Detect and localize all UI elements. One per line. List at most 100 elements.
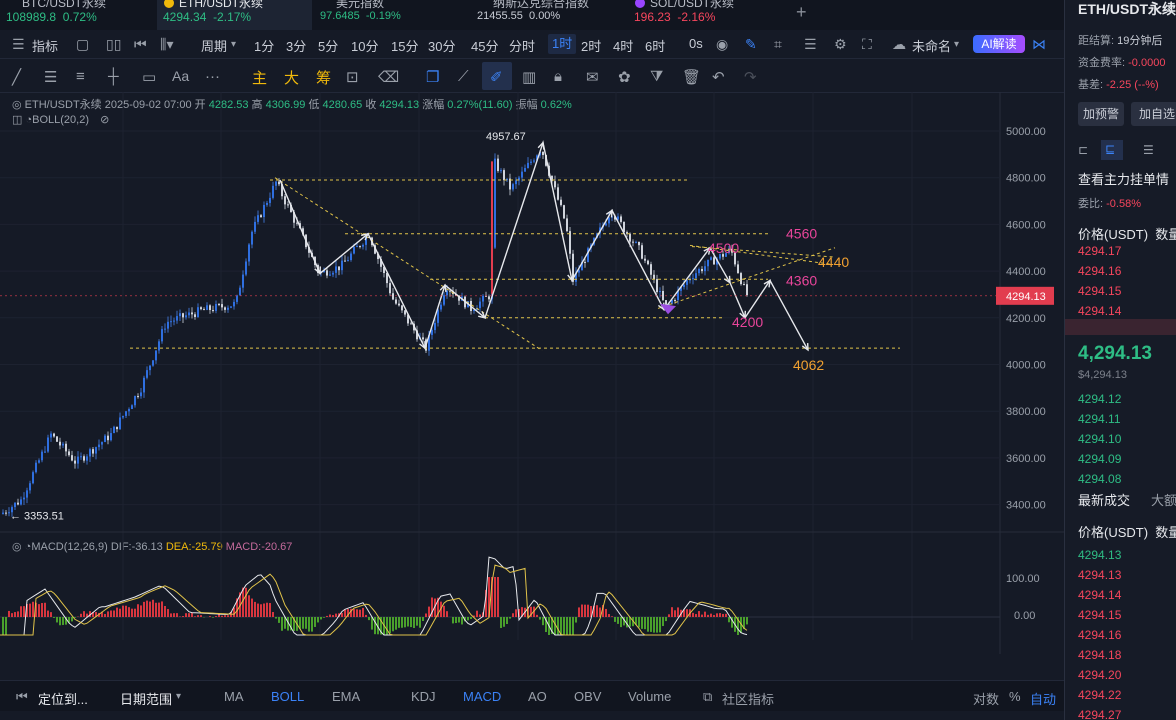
community-icon[interactable]: ⧉ — [703, 689, 712, 705]
big-order-button[interactable]: 大 — [284, 67, 299, 88]
brush-icon[interactable]: ✿ — [618, 68, 631, 86]
bars-pattern-icon[interactable]: ▥ — [522, 68, 536, 86]
interval-5[interactable]: 30分 — [428, 36, 455, 55]
share-icon[interactable]: ⋈ — [1032, 36, 1046, 53]
indicator-ao[interactable]: AO — [528, 689, 547, 704]
rectangle-icon[interactable]: ▭ — [142, 68, 156, 86]
pen-icon[interactable]: ✎ — [745, 36, 757, 53]
replay-icon[interactable]: ⏮ — [134, 36, 147, 53]
interval-9[interactable]: 2时 — [581, 36, 601, 55]
depth-title[interactable]: 查看主力挂单情 — [1078, 169, 1169, 188]
tab-large-trades[interactable]: 大额 — [1151, 490, 1176, 509]
ask-price[interactable]: 4294.14 — [1078, 304, 1121, 318]
ai-analysis-button[interactable]: AI解读 — [973, 35, 1025, 53]
candle-body — [350, 253, 352, 261]
community-indicators[interactable]: 社区指标 — [722, 689, 774, 708]
macd-bar — [404, 617, 406, 628]
bid-price[interactable]: 4294.12 — [1078, 392, 1121, 406]
interval-4[interactable]: 15分 — [391, 36, 418, 55]
indicator-icon[interactable]: ☰ — [12, 36, 25, 53]
period-dropdown[interactable]: 周期 — [201, 36, 227, 55]
candle-body — [647, 260, 649, 265]
text-tool-icon[interactable]: Aa — [172, 68, 189, 84]
note-icon[interactable]: ✉ — [586, 68, 599, 86]
interval-1[interactable]: 3分 — [286, 36, 306, 55]
bid-price[interactable]: 4294.10 — [1078, 432, 1121, 446]
chart-area[interactable]: ◎ ETH/USDT永续 2025-09-02 07:00 开 4282.53 … — [0, 92, 1064, 654]
eraser-icon[interactable]: ⌫ — [378, 68, 399, 86]
indicator-ema[interactable]: EMA — [332, 689, 360, 704]
auto-scale-toggle[interactable]: 自动 — [1030, 689, 1056, 708]
locate-icon[interactable]: ⏮ — [16, 689, 28, 705]
ask-price[interactable]: 4294.16 — [1078, 264, 1121, 278]
indicator-ma[interactable]: MA — [224, 689, 244, 704]
candle-type-icon[interactable]: ⫼▾ — [160, 36, 173, 53]
interval-10[interactable]: 4时 — [613, 36, 633, 55]
chips-button[interactable]: 筹 — [316, 67, 331, 88]
interval-7[interactable]: 分时 — [509, 36, 535, 55]
layout-icon[interactable]: ☰ — [804, 36, 817, 53]
redo-icon[interactable]: ↷ — [744, 68, 757, 86]
candle-body — [35, 462, 37, 473]
tab-sol[interactable]: SOL/USDT永续 196.23 -2.16% — [628, 0, 783, 30]
fullscreen-icon[interactable]: ⛶ — [862, 36, 872, 53]
add-tab-icon[interactable]: + — [796, 2, 807, 23]
tab-nasdaq[interactable]: 纳斯达克综合指数 21455.55 0.00% — [471, 0, 626, 30]
interval-3[interactable]: 10分 — [351, 36, 378, 55]
filter-icon[interactable]: ⧩ — [650, 68, 663, 85]
lock-icon[interactable]: 🔒︎ — [554, 68, 562, 85]
bid-price[interactable]: 4294.11 — [1078, 412, 1121, 426]
bid-price[interactable]: 4294.09 — [1078, 452, 1121, 466]
compare-icon[interactable]: ▯▯ — [106, 36, 121, 53]
interval-2[interactable]: 5分 — [318, 36, 338, 55]
tab-eth[interactable]: ETH/USDT永续 4294.34 -2.17% — [157, 0, 312, 30]
interval-12[interactable]: 0s — [689, 36, 703, 51]
main-force-button[interactable]: 主 — [252, 67, 267, 88]
indicator-obv[interactable]: OBV — [574, 689, 601, 704]
horizontal-ray-icon[interactable]: ┼ — [108, 68, 119, 85]
list-view-icon[interactable]: ☰ — [1143, 143, 1154, 157]
ask-price[interactable]: 4294.17 — [1078, 244, 1121, 258]
calendar-icon[interactable]: ▢ — [76, 36, 89, 53]
orderbook-icon[interactable]: ⊏ — [1078, 143, 1088, 157]
cloud-icon[interactable]: ☁ — [892, 36, 906, 53]
settings-icon[interactable]: ⚙ — [834, 36, 847, 53]
date-range-dropdown[interactable]: 日期范围 — [120, 689, 172, 708]
trash-icon[interactable]: 🗑︎ — [682, 68, 701, 86]
interval-0[interactable]: 1分 — [254, 36, 274, 55]
tab-dxy[interactable]: 美元指数 97.6485 -0.19% — [314, 0, 469, 30]
indicator-boll[interactable]: BOLL — [271, 689, 304, 704]
macd-bar — [209, 616, 211, 617]
candle-body — [173, 320, 175, 322]
draw-mode-icon[interactable]: ✐ — [490, 68, 503, 86]
add-watchlist-button[interactable]: 加自选 — [1131, 102, 1176, 126]
crop-icon[interactable]: ⌗ — [774, 36, 782, 53]
ruler-icon[interactable]: ⟋ — [458, 68, 469, 85]
orderbook-view-active[interactable]: ⊑ — [1101, 140, 1123, 160]
indicator-macd[interactable]: MACD — [463, 689, 501, 704]
ask-price[interactable]: 4294.15 — [1078, 284, 1121, 298]
locate-button[interactable]: 定位到... — [38, 689, 88, 708]
tab-latest-trades[interactable]: 最新成交 — [1078, 490, 1130, 509]
copy-icon[interactable]: ❐ — [426, 68, 439, 86]
interval-6[interactable]: 45分 — [471, 36, 498, 55]
add-alert-button[interactable]: 加预警 — [1078, 102, 1124, 126]
parallel-lines-icon[interactable]: ☰ — [44, 68, 57, 86]
percent-toggle[interactable]: % — [1009, 689, 1021, 704]
more-icon[interactable]: ··· — [205, 68, 220, 85]
trend-line-icon[interactable]: ╱ — [12, 68, 21, 86]
magnet-icon[interactable]: ⊡ — [346, 68, 359, 86]
indicator-kdj[interactable]: KDJ — [411, 689, 436, 704]
macd-bar — [701, 614, 703, 617]
indicator-button[interactable]: 指标 — [32, 36, 58, 55]
log-scale-toggle[interactable]: 对数 — [973, 689, 999, 708]
camera-icon[interactable]: ◉ — [716, 36, 728, 53]
bid-price[interactable]: 4294.08 — [1078, 472, 1121, 486]
layout-name-dropdown[interactable]: 未命名 — [912, 36, 951, 55]
tab-btc[interactable]: BTC/USDT永续 108989.8 0.72% — [0, 0, 155, 30]
indicator-volume[interactable]: Volume — [628, 689, 671, 704]
interval-8[interactable]: 1时 — [548, 34, 577, 54]
undo-icon[interactable]: ↶ — [712, 68, 725, 86]
interval-11[interactable]: 6时 — [645, 36, 665, 55]
horizontal-lines-icon[interactable]: ≡ — [76, 68, 85, 85]
